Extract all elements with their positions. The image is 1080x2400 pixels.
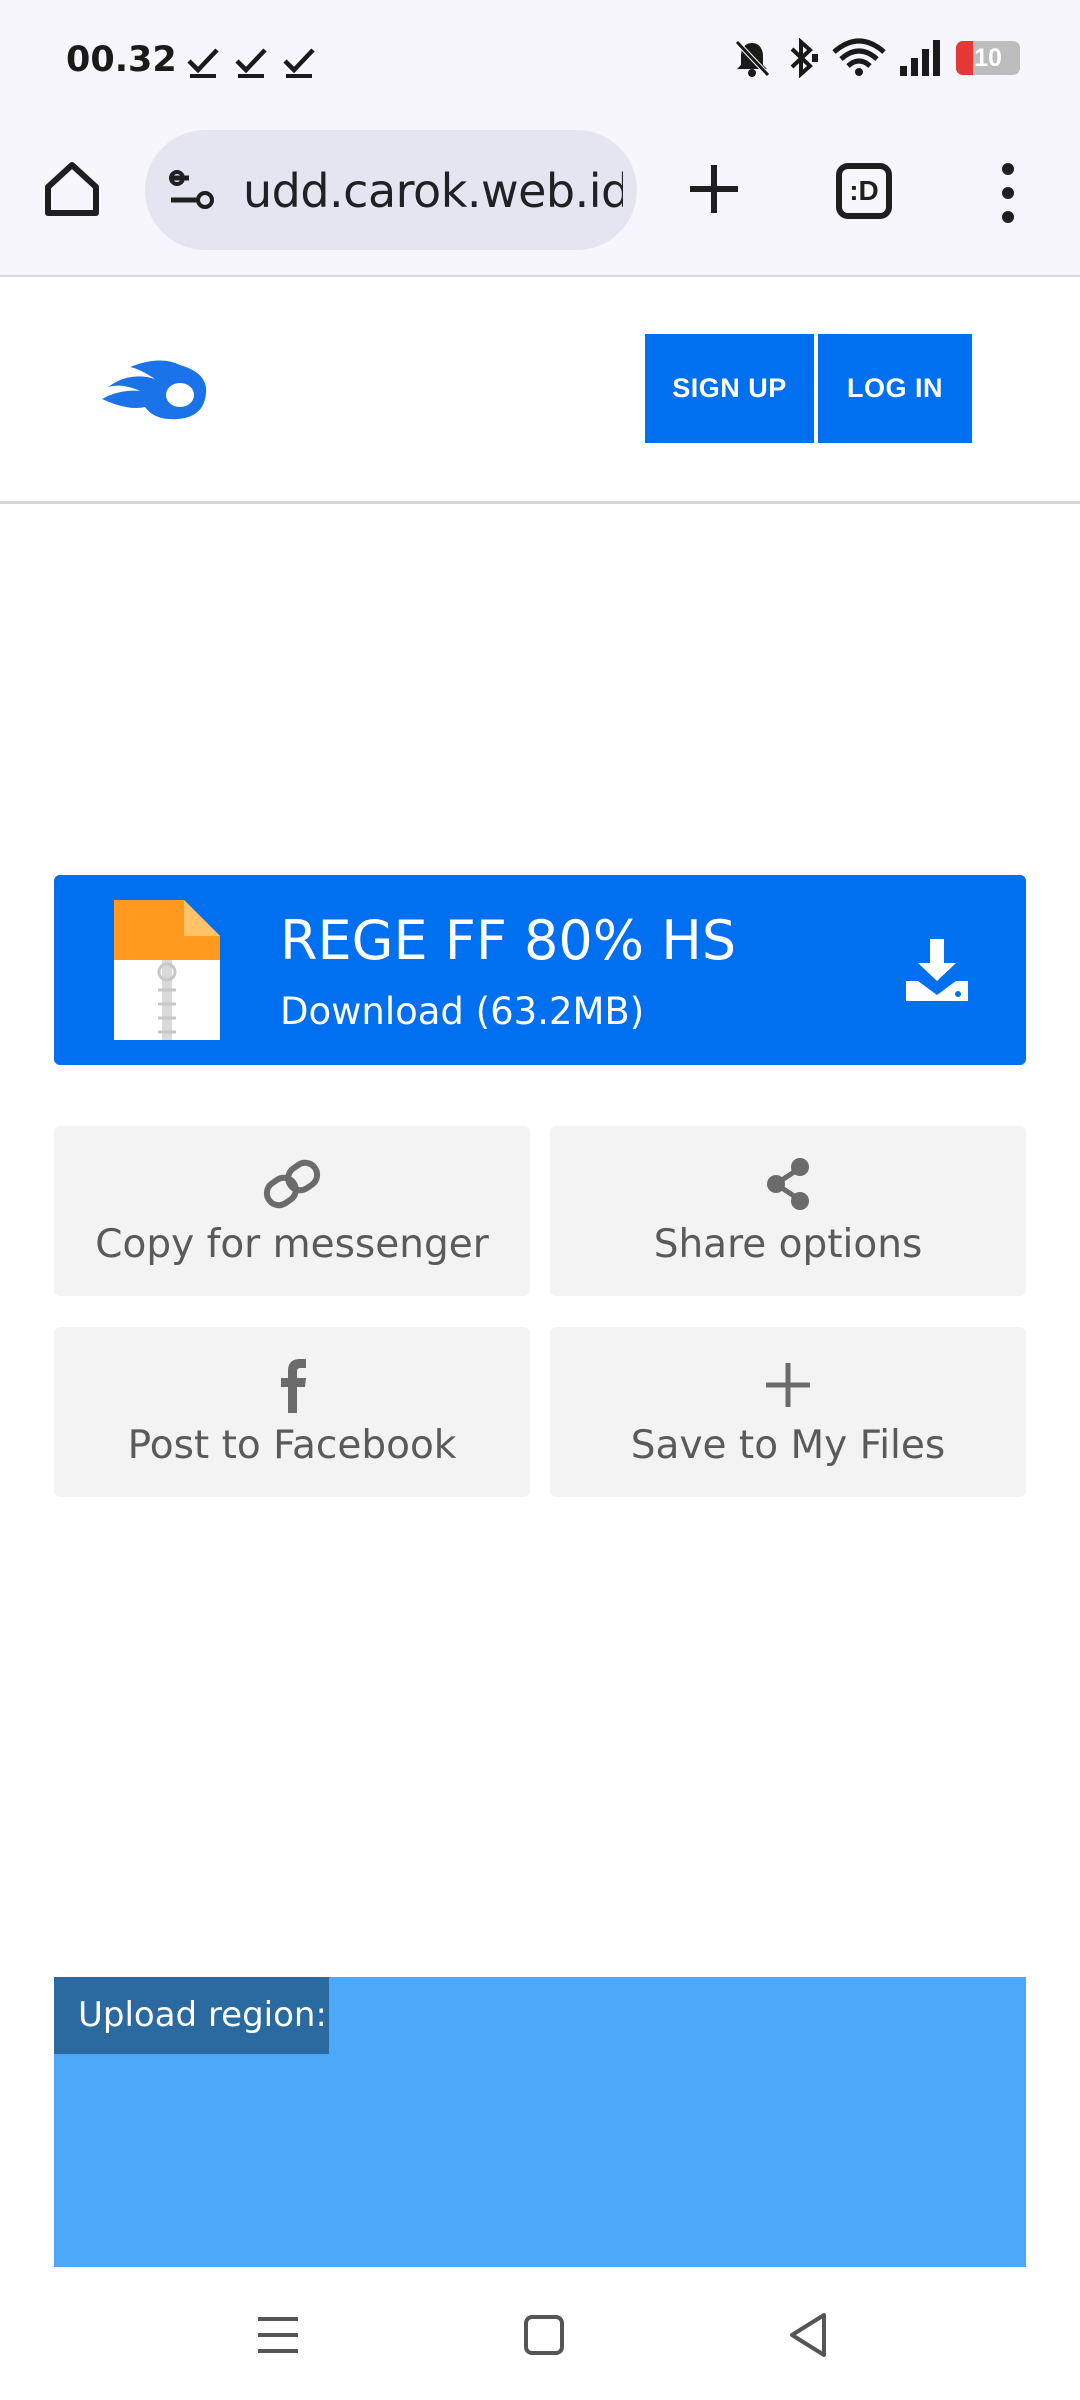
facebook-icon (281, 1359, 306, 1413)
post-to-facebook-button[interactable]: Post to Facebook (54, 1327, 530, 1497)
copy-for-messenger-button[interactable]: Copy for messenger (54, 1126, 530, 1296)
mediafire-logo-icon[interactable] (100, 359, 210, 421)
home-nav-icon[interactable] (516, 2307, 572, 2363)
plus-icon (766, 1363, 810, 1407)
battery-level-text: 10 (974, 44, 1002, 72)
share-options-button[interactable]: Share options (550, 1126, 1026, 1296)
signal-icon (900, 40, 940, 76)
check-icon (235, 48, 267, 78)
recent-apps-icon[interactable] (250, 2307, 306, 2363)
home-icon[interactable] (40, 157, 104, 221)
save-to-my-files-button[interactable]: Save to My Files (550, 1327, 1026, 1497)
bluetooth-icon (790, 38, 818, 78)
copy-for-messenger-label: Copy for messenger (95, 1222, 489, 1267)
notification-icons (186, 44, 316, 78)
wifi-icon (832, 38, 886, 76)
file-download-label: Download (63.2MB) (280, 990, 645, 1033)
status-time: 00.32 (66, 40, 177, 80)
link-icon (263, 1159, 321, 1209)
share-icon (767, 1158, 809, 1210)
file-name: REGE FF 80% HS (280, 909, 737, 972)
bell-off-icon (735, 40, 770, 77)
check-icon (283, 48, 315, 78)
tab-switcher-icon[interactable]: :D (836, 163, 892, 219)
status-right-icons: 10 (732, 38, 1020, 78)
system-nav-bar (0, 2267, 1080, 2400)
sign-up-button[interactable]: SIGN UP (645, 334, 814, 443)
zip-file-icon (114, 900, 220, 1040)
more-menu-icon[interactable] (994, 161, 1022, 225)
page: 00.32 10 udd.carok.web.id:D SIGN UP LOG… (0, 0, 1080, 2400)
save-to-my-files-label: Save to My Files (630, 1423, 946, 1468)
upload-region: Upload region: (54, 1977, 1026, 2267)
download-button[interactable]: REGE FF 80% HS Download (63.2MB) (54, 875, 1026, 1065)
battery-icon: 10 (956, 41, 1020, 75)
post-to-facebook-label: Post to Facebook (127, 1423, 457, 1468)
address-bar[interactable]: udd.carok.web.id (145, 130, 637, 250)
share-options-label: Share options (653, 1222, 923, 1267)
status-bar: 00.32 10 (0, 0, 1080, 125)
back-icon[interactable] (782, 2307, 838, 2363)
url-text[interactable]: udd.carok.web.id (243, 164, 623, 220)
check-icon (187, 48, 219, 78)
new-tab-icon[interactable] (686, 161, 742, 217)
site-header: SIGN UP LOG IN (0, 279, 1080, 504)
site-info-icon[interactable] (167, 168, 217, 212)
upload-region-label: Upload region: (54, 1977, 329, 2054)
browser-toolbar: udd.carok.web.id :D (0, 125, 1080, 277)
download-icon (906, 939, 968, 1001)
log-in-button[interactable]: LOG IN (818, 334, 972, 443)
